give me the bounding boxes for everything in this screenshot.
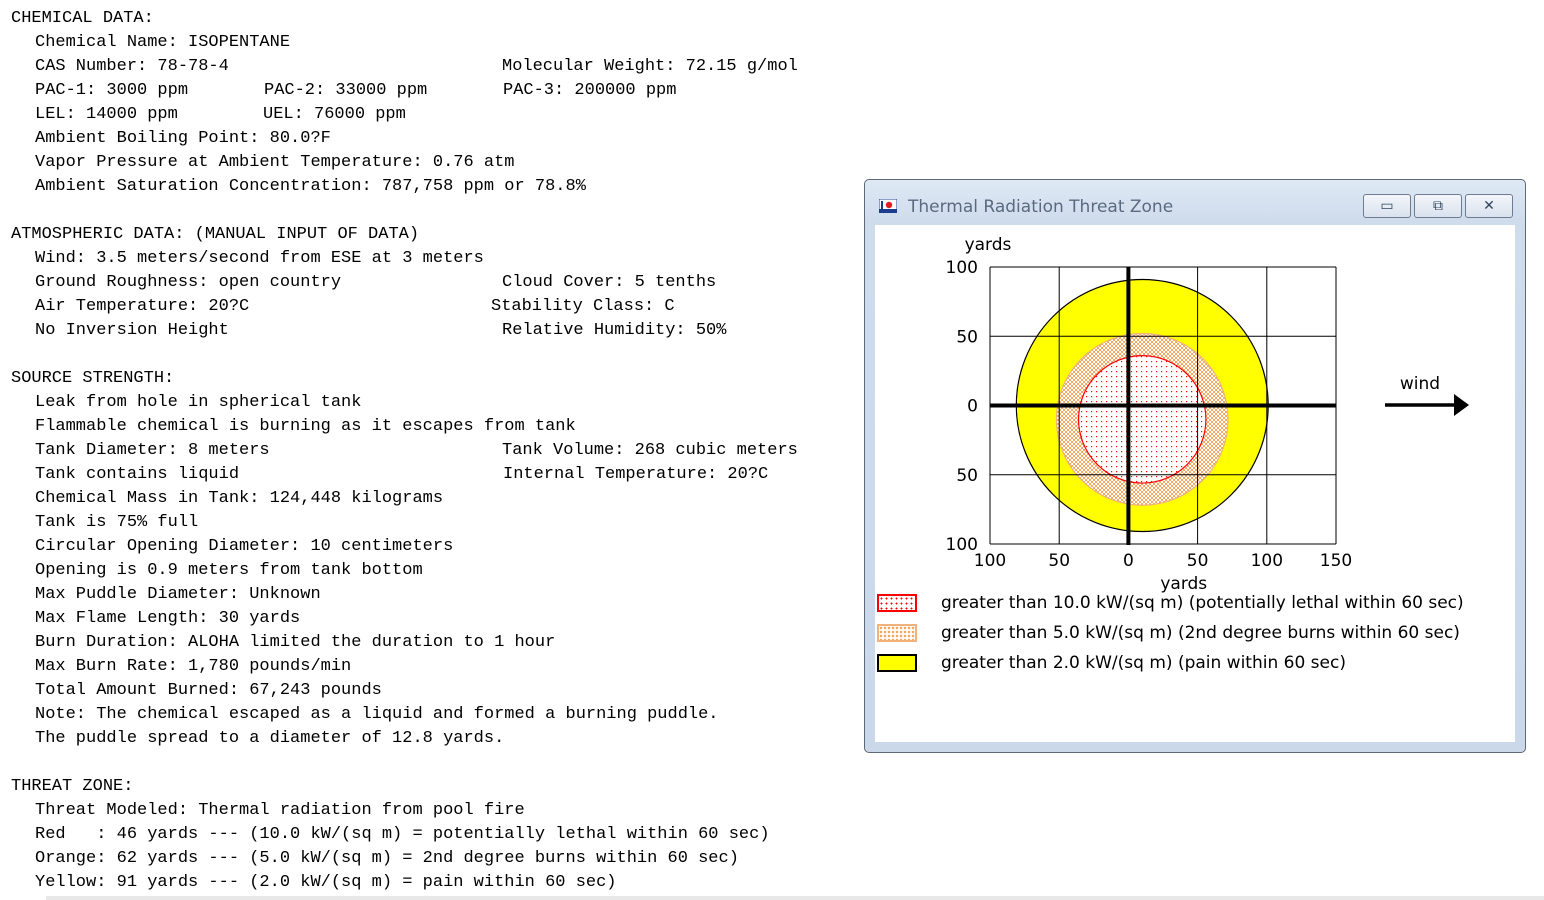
atmospheric-data-header: ATMOSPHERIC DATA: (MANUAL INPUT OF DATA) [11,225,420,244]
threat-yellow: Yellow: 91 yards --- (2.0 kW/(sq m) = pa… [35,873,617,892]
flame-length: Max Flame Length: 30 yards [35,609,301,628]
x-tick-label: 100 [1251,551,1283,571]
threat-zone-plot: 100 50 0 50 100 15010050050100yardsyards wind [946,235,1469,594]
threat-red: Red : 46 yards --- (10.0 kW/(sq m) = pot… [35,825,770,844]
lel: LEL: 14000 ppm [35,105,178,124]
y-tick-label: 0 [967,397,978,417]
wind-label: wind [1400,374,1440,394]
burn-duration: Burn Duration: ALOHA limited the duratio… [35,633,556,652]
window-titlebar[interactable]: Thermal Radiation Threat Zone ▭ ⧉ ✕ [865,180,1525,224]
window-client-area: 100 50 0 50 100 150 100 50 0 50 100 yards yards wind… [875,225,1515,742]
puddle-note-1: Note: The chemical escaped as a liquid a… [35,705,719,724]
wind-indicator: wind [1385,374,1469,416]
x-tick-label: 0 [1123,551,1134,571]
chemical-data-header: CHEMICAL DATA: [11,9,154,28]
y-tick-label: 100 [946,535,978,555]
zone-red [1077,355,1207,484]
legend: greater than 10.0 kW/(sq m) (potentially… [875,590,1515,700]
uel: UEL: 76000 ppm [263,105,406,124]
y-tick-label: 50 [956,327,978,347]
pac1: PAC-1: 3000 ppm [35,81,189,100]
opening-diameter: Circular Opening Diameter: 10 centimeter… [35,537,454,556]
total-burned: Total Amount Burned: 67,243 pounds [35,681,382,700]
minimize-button[interactable]: ▭ [1363,194,1411,218]
molecular-weight: Molecular Weight: 72.15 g/mol [502,57,798,76]
chemical-mass: Chemical Mass in Tank: 124,448 kilograms [35,489,444,508]
y-tick-label: 50 [956,466,978,486]
puddle-diameter: Max Puddle Diameter: Unknown [35,585,321,604]
y-axis-label: yards [965,235,1012,255]
tank-volume: Tank Volume: 268 cubic meters [502,441,798,460]
air-temperature: Air Temperature: 20?C [35,297,250,316]
legend-label: greater than 10.0 kW/(sq m) (potentially… [941,593,1464,613]
legend-swatch [877,594,917,612]
source-strength-header: SOURCE STRENGTH: [11,369,175,388]
pac3: PAC-3: 200000 ppm [503,81,677,100]
ground-roughness: Ground Roughness: open country [35,273,342,292]
legend-label: greater than 5.0 kW/(sq m) (2nd degree b… [941,623,1460,643]
wind-line: Wind: 3.5 meters/second from ESE at 3 me… [35,249,484,268]
puddle-note-2: The puddle spread to a diameter of 12.8 … [35,729,505,748]
internal-temperature: Internal Temperature: 20?C [503,465,769,484]
relative-humidity: Relative Humidity: 50% [502,321,727,340]
tank-contents: Tank contains liquid [35,465,240,484]
threat-modeled: Threat Modeled: Thermal radiation from p… [35,801,525,820]
y-tick-label: 100 [946,258,978,278]
cloud-cover: Cloud Cover: 5 tenths [502,273,717,292]
opening-height: Opening is 0.9 meters from tank bottom [35,561,423,580]
flammable-note: Flammable chemical is burning as it esca… [35,417,576,436]
threat-orange: Orange: 62 yards --- (5.0 kW/(sq m) = 2n… [35,849,739,868]
maximize-button[interactable]: ⧉ [1414,194,1462,218]
close-button[interactable]: ✕ [1465,194,1513,218]
x-tick-label: 150 [1320,551,1352,571]
threat-zone-window[interactable]: Thermal Radiation Threat Zone ▭ ⧉ ✕ 100 5… [864,179,1526,753]
pac2: PAC-2: 33000 ppm [264,81,428,100]
vapor-pressure: Vapor Pressure at Ambient Temperature: 0… [35,153,515,172]
legend-label: greater than 2.0 kW/(sq m) (pain within … [941,653,1346,673]
horizontal-scrollbar-edge[interactable] [46,896,1544,900]
burn-rate: Max Burn Rate: 1,780 pounds/min [35,657,352,676]
tank-diameter: Tank Diameter: 8 meters [35,441,270,460]
threat-zone-header: THREAT ZONE: [11,777,134,796]
legend-swatch [877,624,917,642]
wind-arrow-icon [1454,394,1469,416]
saturation-concentration: Ambient Saturation Concentration: 787,75… [35,177,586,196]
leak-description: Leak from hole in spherical tank [35,393,362,412]
x-tick-label: 50 [1187,551,1209,571]
legend-swatch [877,654,917,672]
inversion-height: No Inversion Height [35,321,229,340]
chemical-name: Chemical Name: ISOPENTANE [35,33,291,52]
cas-number: CAS Number: 78-78-4 [35,57,229,76]
tank-fill: Tank is 75% full [35,513,199,532]
stability-class: Stability Class: C [491,297,675,316]
aloha-app-icon [879,199,897,213]
x-tick-label: 100 [974,551,1006,571]
boiling-point: Ambient Boiling Point: 80.0?F [35,129,331,148]
x-tick-label: 50 [1048,551,1070,571]
window-title: Thermal Radiation Threat Zone [908,197,1174,217]
